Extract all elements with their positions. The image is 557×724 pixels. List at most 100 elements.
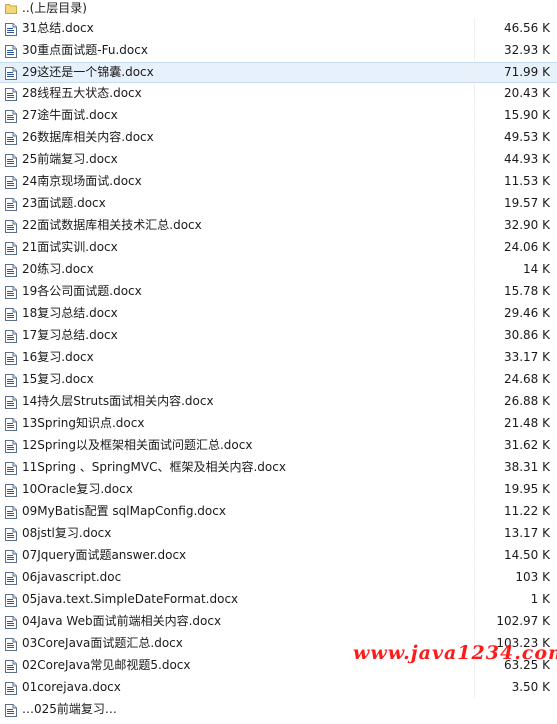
file-row[interactable]: 14持久层Struts面试相关内容.docx 26.88 K <box>0 391 557 413</box>
file-row[interactable]: 16复习.docx 33.17 K <box>0 347 557 369</box>
file-name[interactable]: 01corejava.docx <box>22 677 121 698</box>
word-document-icon <box>5 109 17 123</box>
word-document-icon <box>5 483 17 497</box>
file-size: 24.06 K <box>503 240 550 254</box>
word-document-icon <box>5 175 17 189</box>
file-row[interactable]: 01corejava.docx 3.50 K <box>0 677 557 699</box>
column-divider <box>474 589 475 610</box>
file-name[interactable]: 05java.text.SimpleDateFormat.docx <box>22 589 238 610</box>
file-row[interactable]: 22面试数据库相关技术汇总.docx 32.90 K <box>0 215 557 237</box>
file-size: 20.43 K <box>503 86 550 100</box>
file-name[interactable]: 11Spring 、SpringMVC、框架及相关内容.docx <box>22 457 286 478</box>
file-row[interactable]: 07Jquery面试题answer.docx 14.50 K <box>0 545 557 567</box>
file-name[interactable]: 27途牛面试.docx <box>22 105 118 126</box>
file-name[interactable]: 16复习.docx <box>22 347 94 368</box>
word-document-icon <box>5 285 17 299</box>
file-size: 15.78 K <box>503 284 550 298</box>
file-size: 32.90 K <box>503 218 550 232</box>
file-row[interactable]: 26数据库相关内容.docx 49.53 K <box>0 127 557 149</box>
file-row-partial[interactable]: …025前端复习… <box>0 699 557 721</box>
file-name[interactable]: 06javascript.doc <box>22 567 121 588</box>
file-name[interactable]: 29这还是一个锦囊.docx <box>22 63 154 82</box>
column-divider <box>474 391 475 412</box>
file-row[interactable]: 11Spring 、SpringMVC、框架及相关内容.docx 38.31 K <box>0 457 557 479</box>
word-document-icon <box>5 505 17 519</box>
file-row[interactable]: 19各公司面试题.docx 15.78 K <box>0 281 557 303</box>
word-document-icon <box>5 395 17 409</box>
file-name[interactable]: 24南京现场面试.docx <box>22 171 142 192</box>
file-row[interactable]: 27途牛面试.docx 15.90 K <box>0 105 557 127</box>
file-row[interactable]: 04Java Web面试前端相关内容.docx 102.97 K <box>0 611 557 633</box>
file-name[interactable]: 14持久层Struts面试相关内容.docx <box>22 391 214 412</box>
file-name[interactable]: 30重点面试题-Fu.docx <box>22 40 148 61</box>
file-name[interactable]: 23面试题.docx <box>22 193 106 214</box>
file-size: 38.31 K <box>503 460 550 474</box>
word-document-icon <box>5 549 17 563</box>
file-size: 31.62 K <box>503 438 550 452</box>
file-row[interactable]: 31总结.docx 46.56 K <box>0 18 557 40</box>
file-name[interactable]: 03CoreJava面试题汇总.docx <box>22 633 183 654</box>
column-divider <box>474 611 475 632</box>
file-name[interactable]: 17复习总结.docx <box>22 325 118 346</box>
word-document-icon <box>5 593 17 607</box>
file-name[interactable]: 21面试实训.docx <box>22 237 118 258</box>
file-name[interactable]: 18复习总结.docx <box>22 303 118 324</box>
file-size: 44.93 K <box>503 152 550 166</box>
watermark-text: www.java1234.com <box>353 642 557 664</box>
file-name[interactable]: 15复习.docx <box>22 369 94 390</box>
file-name[interactable]: 31总结.docx <box>22 18 94 39</box>
file-size: 24.68 K <box>503 372 550 386</box>
file-name[interactable]: 07Jquery面试题answer.docx <box>22 545 186 566</box>
column-divider <box>474 171 475 192</box>
file-name[interactable]: 09MyBatis配置 sqlMapConfig.docx <box>22 501 226 522</box>
column-divider <box>474 83 475 104</box>
column-divider <box>474 18 475 39</box>
file-name[interactable]: 25前端复习.docx <box>22 149 118 170</box>
file-row[interactable]: 30重点面试题-Fu.docx 32.93 K <box>0 40 557 62</box>
file-name[interactable]: 10Oracle复习.docx <box>22 479 133 500</box>
column-divider <box>474 325 475 346</box>
file-name[interactable]: 28线程五大状态.docx <box>22 83 142 104</box>
file-name[interactable]: 08jstl复习.docx <box>22 523 111 544</box>
file-row[interactable]: 20练习.docx 14 K <box>0 259 557 281</box>
file-row[interactable]: 17复习总结.docx 30.86 K <box>0 325 557 347</box>
file-row[interactable]: 10Oracle复习.docx 19.95 K <box>0 479 557 501</box>
column-divider <box>474 193 475 214</box>
file-row[interactable]: 28线程五大状态.docx 20.43 K <box>0 83 557 105</box>
file-row[interactable]: 21面试实训.docx 24.06 K <box>0 237 557 259</box>
word-document-icon <box>5 219 17 233</box>
file-row[interactable]: 25前端复习.docx 44.93 K <box>0 149 557 171</box>
word-document-icon <box>5 351 17 365</box>
file-row[interactable]: 06javascript.doc 103 K <box>0 567 557 589</box>
file-name[interactable]: 12Spring以及框架相关面试问题汇总.docx <box>22 435 252 456</box>
file-row[interactable]: 05java.text.SimpleDateFormat.docx 1 K <box>0 589 557 611</box>
file-name[interactable]: 20练习.docx <box>22 259 94 280</box>
parent-directory-label: ..(上层目录) <box>22 1 87 15</box>
parent-directory-row[interactable]: ..(上层目录) <box>0 0 557 18</box>
file-row[interactable]: 08jstl复习.docx 13.17 K <box>0 523 557 545</box>
file-name[interactable]: 04Java Web面试前端相关内容.docx <box>22 611 221 632</box>
file-list: ..(上层目录) 31总结.docx 46.56 K 30重点面试题-Fu.docx… <box>0 0 557 721</box>
file-size: 29.46 K <box>503 306 550 320</box>
word-document-icon <box>5 659 17 673</box>
file-row[interactable]: 13Spring知识点.docx 21.48 K <box>0 413 557 435</box>
word-document-icon <box>5 241 17 255</box>
file-row[interactable]: 23面试题.docx 19.57 K <box>0 193 557 215</box>
file-name-partial[interactable]: …025前端复习… <box>22 699 117 720</box>
column-divider <box>474 369 475 390</box>
file-row[interactable]: 29这还是一个锦囊.docx 71.99 K <box>0 62 557 83</box>
file-row[interactable]: 18复习总结.docx 29.46 K <box>0 303 557 325</box>
file-row[interactable]: 09MyBatis配置 sqlMapConfig.docx 11.22 K <box>0 501 557 523</box>
word-document-icon <box>5 681 17 695</box>
file-row[interactable]: 15复习.docx 24.68 K <box>0 369 557 391</box>
file-name[interactable]: 19各公司面试题.docx <box>22 281 142 302</box>
file-name[interactable]: 22面试数据库相关技术汇总.docx <box>22 215 202 236</box>
column-divider <box>474 259 475 280</box>
word-document-icon <box>5 67 17 80</box>
file-name[interactable]: 02CoreJava常见邮视题5.docx <box>22 655 191 676</box>
file-name[interactable]: 26数据库相关内容.docx <box>22 127 154 148</box>
file-name[interactable]: 13Spring知识点.docx <box>22 413 144 434</box>
file-row[interactable]: 12Spring以及框架相关面试问题汇总.docx 31.62 K <box>0 435 557 457</box>
file-row[interactable]: 24南京现场面试.docx 11.53 K <box>0 171 557 193</box>
column-divider <box>474 677 475 698</box>
